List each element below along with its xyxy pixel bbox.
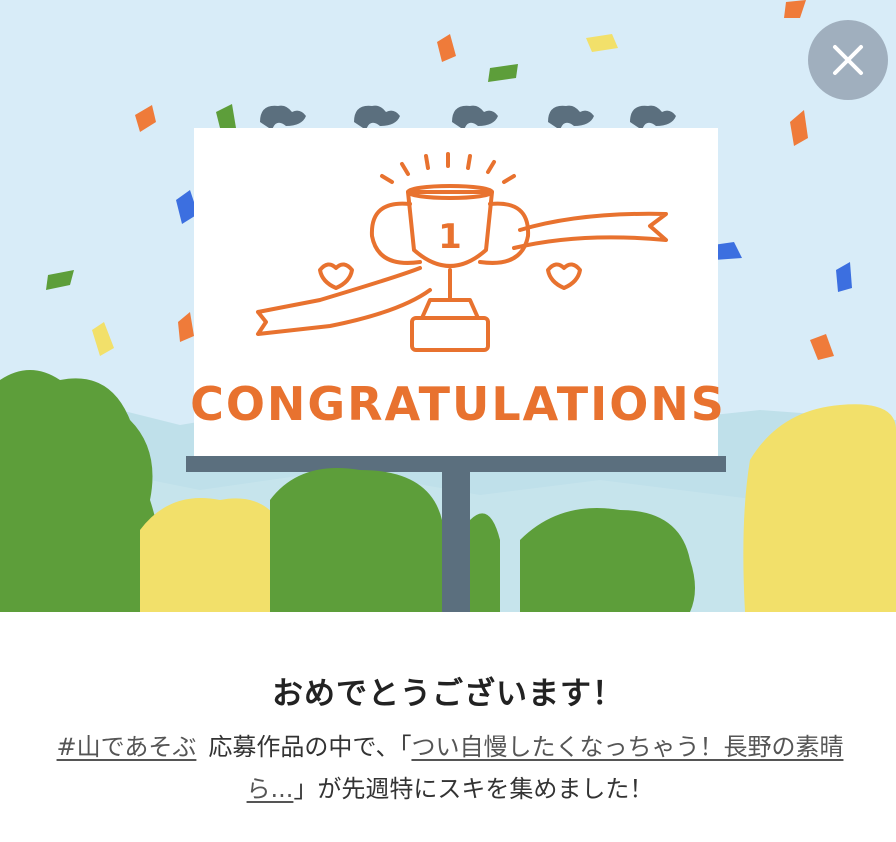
description-text-1: 応募作品の中で、「 <box>208 733 412 761</box>
trophy-number: 1 <box>438 217 462 257</box>
congratulations-dialog: 1 CONGRATULATIONS おめでとうございます！ #山であそぶ 応募作品… <box>0 0 896 842</box>
description-text-2: 」が先週特にスキを集めました！ <box>293 775 654 803</box>
billboard-illustration: 1 CONGRATULATIONS <box>0 0 896 612</box>
close-button[interactable] <box>808 20 888 100</box>
hero-illustration: 1 CONGRATULATIONS <box>0 0 896 612</box>
sign-text: CONGRATULATIONS <box>190 377 726 431</box>
hashtag-link[interactable]: #山であそぶ <box>57 733 197 761</box>
dialog-title: おめでとうございます！ <box>272 676 624 712</box>
close-icon <box>833 45 863 75</box>
dialog-description: #山であそぶ 応募作品の中で、「つい自慢したくなっちゃう！長野の素晴ら...」が先… <box>40 726 860 810</box>
